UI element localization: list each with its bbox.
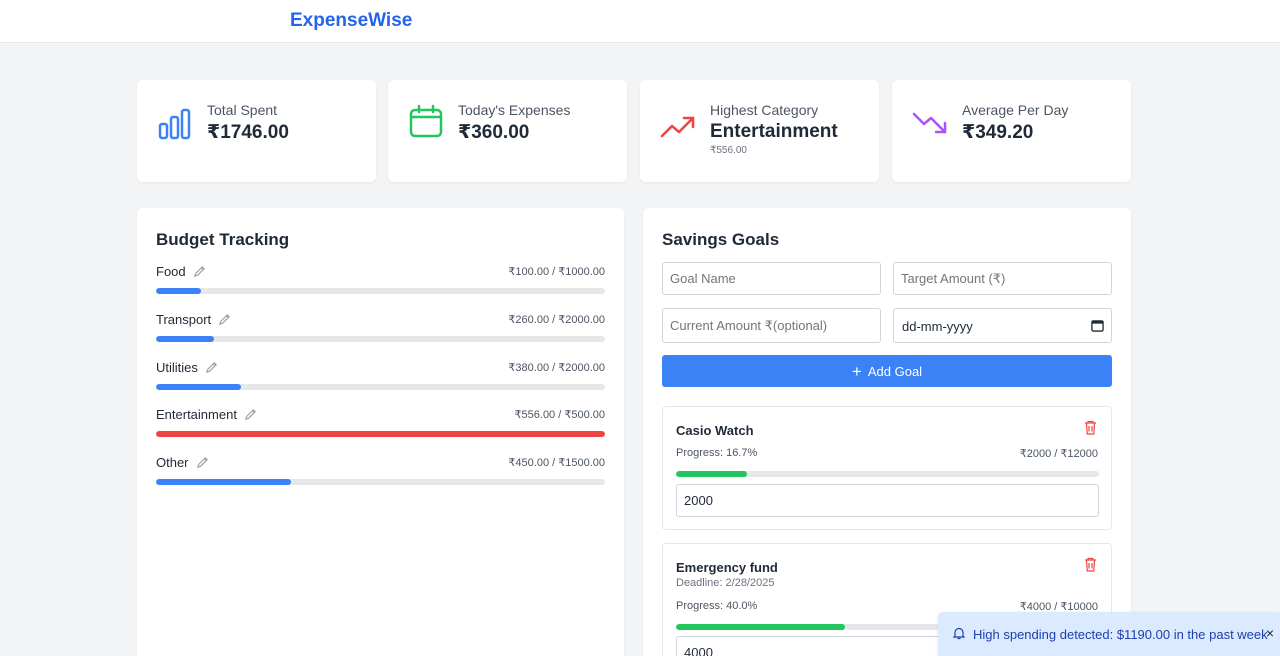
- budget-item-other: Other ₹450.00 / ₹1500.00: [156, 455, 605, 495]
- budget-progress-bar: [156, 336, 605, 342]
- trending-up-icon: [660, 116, 695, 138]
- edit-pencil-icon[interactable]: [218, 313, 231, 326]
- goal-progress-fill: [676, 624, 846, 630]
- budget-progress-fill: [156, 288, 201, 294]
- stat-value: Entertainment: [710, 121, 838, 142]
- top-navbar: ExpenseWise: [0, 0, 1280, 43]
- goal-current-amount-input[interactable]: [676, 484, 1099, 517]
- budget-item-label: Transport: [156, 312, 212, 327]
- stat-card-today-expenses: Today's Expenses ₹360.00: [388, 80, 627, 182]
- goal-progress-fill: [676, 471, 747, 477]
- budget-progress-fill: [156, 336, 215, 342]
- stat-card-total-spent: Total Spent ₹1746.00: [137, 80, 376, 182]
- add-goal-button[interactable]: + Add Goal: [662, 355, 1112, 387]
- budget-item-label: Food: [156, 264, 186, 279]
- budget-item-label: Utilities: [156, 360, 198, 375]
- budget-item-food: Food ₹100.00 / ₹1000.00: [156, 264, 605, 304]
- date-placeholder: dd-mm-yyyy: [902, 319, 973, 334]
- budget-item-label: Other: [156, 455, 189, 470]
- budget-amount: ₹260.00 / ₹2000.00: [508, 314, 605, 326]
- calendar-icon: [409, 104, 443, 138]
- budget-item-utilities: Utilities ₹380.00 / ₹2000.00: [156, 360, 605, 400]
- budget-amount: ₹556.00 / ₹500.00: [514, 409, 605, 421]
- trash-icon[interactable]: [1084, 557, 1097, 572]
- stat-label: Today's Expenses: [458, 102, 571, 118]
- goal-progress-bar: [676, 471, 1099, 477]
- budget-progress-fill: [156, 431, 605, 437]
- plus-icon: +: [851, 361, 862, 381]
- calendar-picker-icon[interactable]: [1091, 319, 1104, 332]
- target-amount-input[interactable]: [893, 262, 1112, 295]
- edit-pencil-icon[interactable]: [205, 361, 218, 374]
- budget-progress-fill: [156, 479, 291, 485]
- budget-amount: ₹450.00 / ₹1500.00: [508, 457, 605, 469]
- add-goal-label: Add Goal: [867, 363, 923, 379]
- goal-progress-text: Progress: 40.0%: [676, 600, 758, 612]
- deadline-date-field[interactable]: dd-mm-yyyy: [893, 308, 1112, 343]
- goal-name: Casio Watch: [676, 423, 754, 438]
- edit-pencil-icon[interactable]: [244, 408, 257, 421]
- panel-title: Budget Tracking: [156, 230, 290, 249]
- trash-icon[interactable]: [1084, 420, 1097, 435]
- budget-amount: ₹380.00 / ₹2000.00: [508, 362, 605, 374]
- bell-icon: [953, 627, 965, 640]
- stat-value: ₹1746.00: [207, 122, 289, 143]
- stat-card-average-per-day: Average Per Day ₹349.20: [892, 80, 1131, 182]
- edit-pencil-icon[interactable]: [193, 265, 206, 278]
- budget-progress-bar: [156, 384, 605, 390]
- trending-down-icon: [912, 112, 947, 134]
- goal-name-input[interactable]: [662, 262, 881, 295]
- stat-label: Total Spent: [207, 102, 278, 118]
- stat-card-highest-category: Highest Category Entertainment ₹556.00: [640, 80, 879, 182]
- app-logo-title[interactable]: ExpenseWise: [290, 10, 412, 32]
- budget-item-entertainment: Entertainment ₹556.00 / ₹500.00: [156, 407, 605, 447]
- panel-title: Savings Goals: [662, 230, 780, 249]
- savings-goals-panel: Savings Goals dd-mm-yyyy + Add Goal Casi…: [643, 208, 1131, 656]
- budget-progress-bar: [156, 288, 605, 294]
- toast-message: High spending detected: $1190.00 in the …: [973, 627, 1268, 642]
- stat-label: Average Per Day: [962, 102, 1069, 118]
- bar-chart-icon: [158, 108, 191, 140]
- stat-value: ₹349.20: [962, 122, 1034, 143]
- budget-item-label: Entertainment: [156, 407, 237, 422]
- goal-deadline: Deadline: 2/28/2025: [676, 577, 775, 589]
- budget-amount: ₹100.00 / ₹1000.00: [508, 266, 605, 278]
- edit-pencil-icon[interactable]: [196, 456, 209, 469]
- goal-amount-text: ₹2000 / ₹12000: [1019, 448, 1098, 460]
- stat-value: ₹360.00: [458, 122, 530, 143]
- spending-alert-toast: High spending detected: $1190.00 in the …: [938, 612, 1280, 656]
- budget-item-transport: Transport ₹260.00 / ₹2000.00: [156, 312, 605, 352]
- budget-progress-fill: [156, 384, 242, 390]
- current-amount-input[interactable]: [662, 308, 881, 343]
- goal-progress-text: Progress: 16.7%: [676, 447, 758, 459]
- budget-progress-bar: [156, 479, 605, 485]
- goal-card-casio-watch: Casio Watch Progress: 16.7% ₹2000 / ₹120…: [662, 406, 1112, 530]
- budget-tracking-panel: Budget Tracking Food ₹100.00 / ₹1000.00 …: [137, 208, 624, 656]
- stat-subvalue: ₹556.00: [710, 145, 747, 156]
- goal-name: Emergency fund: [676, 560, 778, 575]
- stat-label: Highest Category: [710, 102, 819, 118]
- budget-progress-bar: [156, 431, 605, 437]
- close-icon[interactable]: ×: [1266, 625, 1274, 641]
